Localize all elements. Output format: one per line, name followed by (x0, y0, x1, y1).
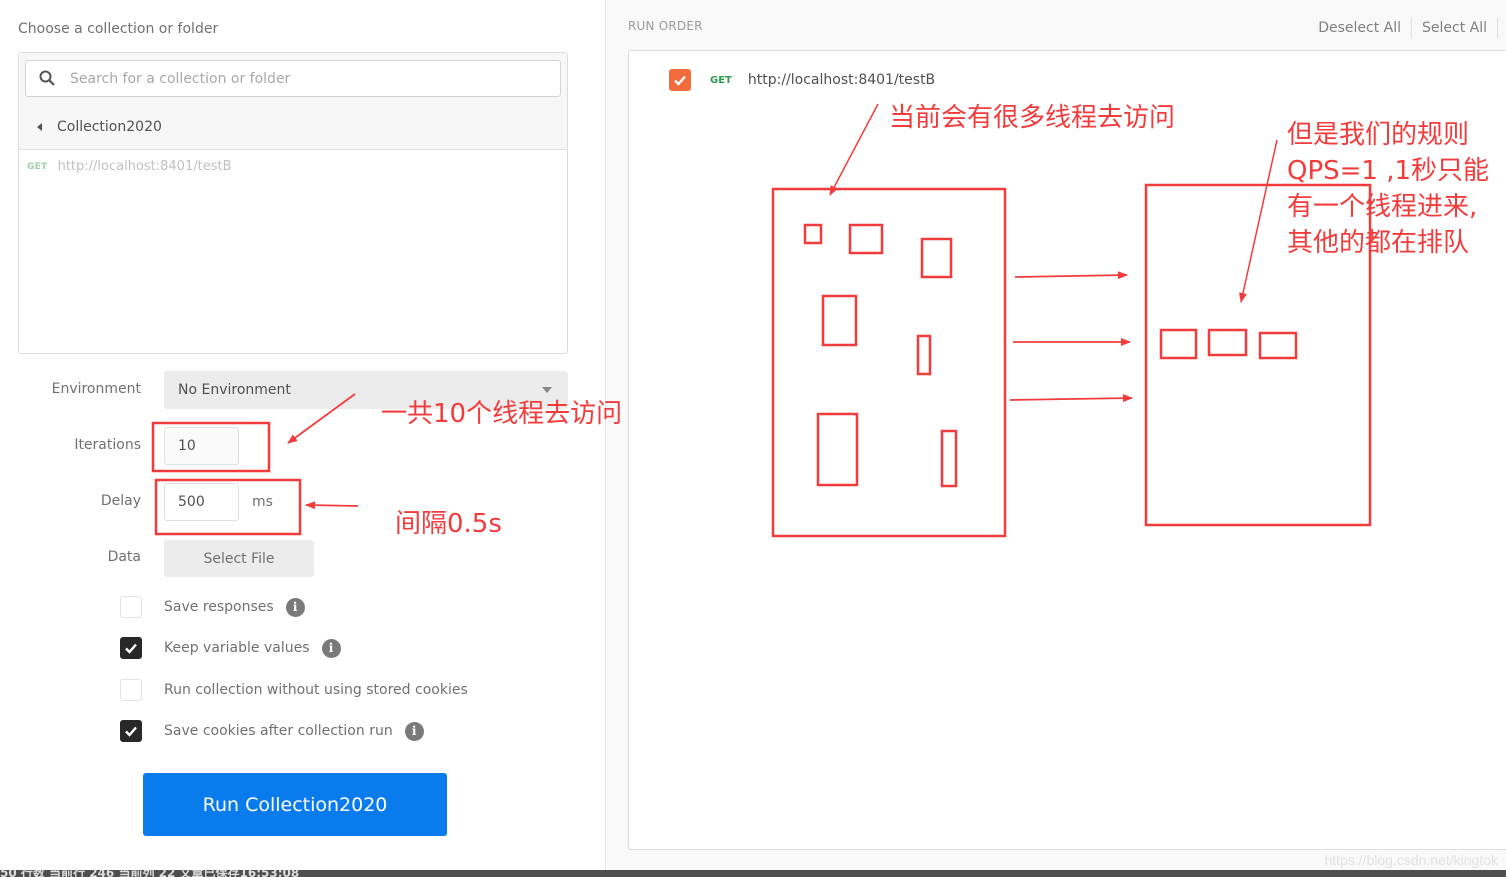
request-list-item[interactable]: GET http://localhost:8401/testB (27, 159, 232, 174)
iterations-annotation: 一共10个线程去访问 (381, 399, 623, 429)
data-label: Data (107, 549, 141, 565)
option-save-responses[interactable]: Save responses i (120, 596, 305, 618)
rule-annotation-line: QPS=1 ,1秒只能 (1287, 156, 1490, 186)
option-label: Save cookies after collection run (164, 723, 393, 739)
run-order-title: RUN ORDER (628, 19, 703, 33)
environment-value: No Environment (178, 382, 291, 398)
search-icon (39, 70, 55, 86)
request-url: http://localhost:8401/testB (57, 159, 232, 174)
checkmark-icon (674, 75, 686, 86)
watermark: https://blog.csdn.net/kingtok (1324, 852, 1498, 868)
caret-left-icon[interactable] (37, 123, 42, 131)
deselect-all-button[interactable]: Deselect All (1308, 19, 1411, 37)
run-order-item-url: http://localhost:8401/testB (747, 72, 936, 88)
delay-annotation: 间隔0.5s (395, 509, 502, 539)
threads-annotation: 当前会有很多线程去访问 (889, 103, 1176, 133)
option-save-cookies[interactable]: Save cookies after collection run i (120, 720, 424, 742)
run-order-item[interactable]: GET http://localhost:8401/testB (669, 69, 935, 91)
info-icon[interactable]: i (285, 597, 305, 617)
info-icon[interactable]: i (404, 721, 424, 741)
select-all-button[interactable]: Select All (1412, 19, 1497, 37)
rule-annotation-line: 但是我们的规则 (1287, 120, 1470, 150)
run-collection-button[interactable]: Run Collection2020 (143, 773, 447, 836)
checkmark-icon (125, 726, 137, 737)
environment-label: Environment (51, 381, 141, 397)
option-label: Save responses (164, 599, 274, 615)
rule-annotation-line: 其他的都在排队 (1287, 228, 1470, 258)
collection-picker: Collection2020 GET http://localhost:8401… (18, 52, 568, 354)
no-stored-cookies-checkbox[interactable] (120, 679, 142, 701)
editor-status-bar: 50 行数 当前行 246 当前列 22 文章已保存16:53:08 (0, 870, 1506, 877)
delay-unit: ms (252, 494, 273, 510)
collection-name: Collection2020 (57, 119, 162, 135)
checkmark-icon (125, 643, 137, 654)
rule-annotation-line: 有一个线程进来, (1287, 192, 1478, 222)
choose-collection-label: Choose a collection or folder (18, 21, 219, 37)
run-order-actions: Deselect All Select All (1308, 12, 1498, 44)
status-text: 50 行数 当前行 246 当前列 22 文章已保存16:53:08 (0, 870, 300, 877)
runner-setup-panel: Choose a collection or folder Collection… (0, 0, 606, 870)
option-label: Run collection without using stored cook… (164, 682, 468, 698)
iterations-label: Iterations (74, 437, 141, 453)
request-method: GET (27, 161, 48, 172)
divider (1497, 18, 1498, 38)
picker-header: Collection2020 (19, 53, 567, 150)
delay-label: Delay (100, 493, 141, 509)
run-order-item-checkbox[interactable] (669, 69, 691, 91)
delay-input[interactable] (164, 483, 239, 521)
option-no-stored-cookies[interactable]: Run collection without using stored cook… (120, 679, 468, 701)
info-icon[interactable]: i (321, 638, 341, 658)
select-file-button[interactable]: Select File (164, 540, 314, 577)
save-cookies-checkbox[interactable] (120, 720, 142, 742)
option-label: Keep variable values (164, 640, 310, 656)
iterations-input[interactable] (164, 427, 239, 465)
search-box[interactable] (25, 60, 561, 97)
keep-variable-values-checkbox[interactable] (120, 637, 142, 659)
run-order-item-method: GET (710, 74, 732, 86)
option-keep-variable-values[interactable]: Keep variable values i (120, 637, 341, 659)
rule-annotation: 但是我们的规则 QPS=1 ,1秒只能 有一个线程进来, 其他的都在排队 (1287, 117, 1489, 261)
save-responses-checkbox[interactable] (120, 596, 142, 618)
search-input[interactable] (70, 61, 550, 96)
collection-back-row[interactable]: Collection2020 (19, 108, 567, 146)
